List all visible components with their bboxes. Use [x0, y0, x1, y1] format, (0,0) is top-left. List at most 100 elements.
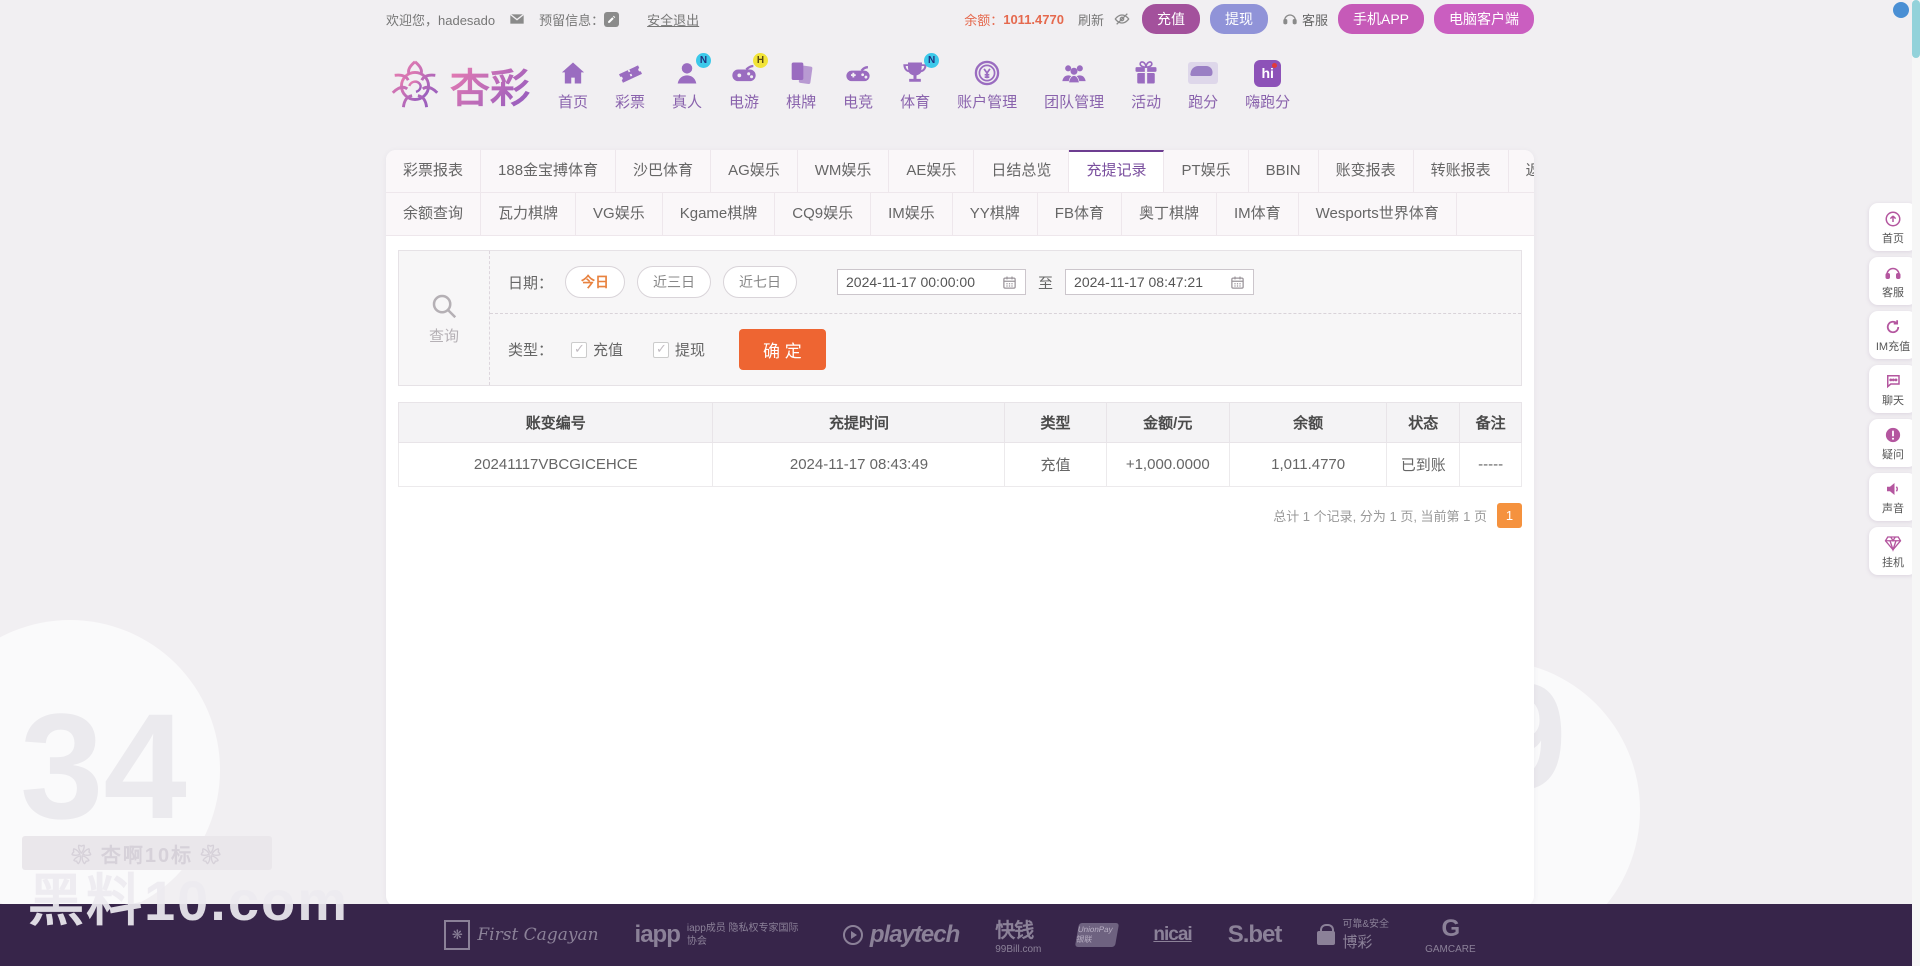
chat-bubble-icon — [1887, 375, 1900, 389]
float-label: 声音 — [1882, 503, 1904, 515]
pagination-summary: 总计 1 个记录, 分为 1 页, 当前第 1 页 — [1273, 509, 1487, 524]
page-1-button[interactable]: 1 — [1497, 503, 1522, 528]
checkbox-icon — [653, 341, 670, 358]
float-chat-button[interactable]: 聊天 — [1869, 365, 1917, 413]
quick-7days-button[interactable]: 近七日 — [723, 266, 798, 298]
type-filter-row: 类型： 充值 提现 确 定 — [490, 313, 1521, 385]
date-from-input[interactable] — [846, 274, 997, 290]
tab-cq9[interactable]: CQ9娱乐 — [775, 193, 872, 235]
tab-pt[interactable]: PT娱乐 — [1164, 150, 1249, 192]
tab-ae[interactable]: AE娱乐 — [889, 150, 975, 192]
nav-item-account[interactable]: 账户管理 — [957, 58, 1017, 112]
nav-item-paofen[interactable]: 跑分 — [1188, 58, 1218, 112]
scrollbar-track[interactable] — [1912, 0, 1920, 966]
float-sound-button[interactable]: 声音 — [1869, 473, 1917, 521]
tab-wesports[interactable]: Wesports世界体育 — [1299, 193, 1457, 235]
tab-deposit-withdraw-records[interactable]: 充提记录 — [1069, 150, 1165, 192]
nav-item-promotions[interactable]: 活动 — [1131, 58, 1161, 112]
tab-im-sports[interactable]: IM体育 — [1217, 193, 1299, 235]
cell-remark: ----- — [1459, 442, 1522, 487]
header-type: 类型 — [1004, 402, 1107, 443]
nav-item-esports[interactable]: 电竞 — [843, 58, 873, 112]
header-change-id: 账变编号 — [397, 402, 714, 443]
service-link[interactable]: 客服 — [1282, 10, 1328, 29]
stamp-icon: ❋ — [444, 920, 471, 950]
tab-daily-summary[interactable]: 日结总览 — [974, 150, 1070, 192]
records-table: 账变编号 充提时间 类型 金额/元 余额 状态 备注 20241117VBCGI… — [397, 402, 1522, 487]
nav-item-home[interactable]: 首页 — [558, 58, 588, 112]
cell-amount: +1,000.0000 — [1105, 442, 1231, 487]
float-idle-button[interactable]: 挂机 — [1869, 527, 1917, 575]
eye-off-icon[interactable] — [1112, 11, 1132, 27]
edit-icon[interactable] — [604, 11, 620, 27]
tab-kgame[interactable]: Kgame棋牌 — [663, 193, 776, 235]
tab-transfer-report[interactable]: 转账报表 — [1414, 150, 1509, 192]
confirm-button[interactable]: 确 定 — [739, 329, 826, 370]
date-to-input[interactable] — [1074, 274, 1225, 290]
tab-188-sports[interactable]: 188金宝搏体育 — [481, 150, 617, 192]
header: 杏彩 首页 彩票 N 真人 H 电游 棋牌 电竞 N 体育 账户管理 团队管理 … — [0, 38, 1920, 132]
footer-logo-nicai: nicai — [1153, 924, 1192, 946]
refresh-link[interactable]: 刷新 — [1078, 10, 1104, 29]
nav-label: 体育 — [900, 94, 931, 111]
nav-item-hi-paofen[interactable]: hi 嗨跑分 — [1245, 58, 1290, 112]
header-amount: 金额/元 — [1105, 402, 1231, 443]
footer-logo-subtext: 99Bill.com — [995, 944, 1042, 955]
withdraw-button[interactable]: 提现 — [1209, 4, 1268, 34]
deposit-button[interactable]: 充值 — [1141, 4, 1200, 34]
floating-sidebar: 首页 客服 IM充值 聊天 疑问 声音 挂机 — [1869, 203, 1917, 575]
team-icon — [1059, 58, 1089, 88]
service-label: 客服 — [1301, 12, 1328, 28]
nav-label: 棋牌 — [786, 94, 817, 111]
footer-logo-unionpay: UnionPay 银联 — [1075, 923, 1120, 947]
site-logo[interactable]: 杏彩 — [386, 56, 530, 114]
quick-3days-button[interactable]: 近三日 — [637, 266, 712, 298]
tab-yy-cards[interactable]: YY棋牌 — [953, 193, 1038, 235]
logout-link[interactable]: 安全退出 — [647, 10, 699, 29]
nav-item-lottery[interactable]: 彩票 — [615, 58, 645, 112]
nav-label: 电竞 — [843, 94, 874, 111]
scrollbar-thumb[interactable] — [1912, 0, 1920, 58]
tab-ag[interactable]: AG娱乐 — [711, 150, 798, 192]
calendar-icon[interactable] — [1230, 275, 1245, 290]
float-im-recharge-button[interactable]: IM充值 — [1869, 311, 1917, 359]
tab-wm[interactable]: WM娱乐 — [798, 150, 890, 192]
tab-row-2: 余额查询 瓦力棋牌 VG娱乐 Kgame棋牌 CQ9娱乐 IM娱乐 YY棋牌 F… — [386, 193, 1534, 236]
float-service-button[interactable]: 客服 — [1869, 257, 1917, 305]
cell-change-id: 20241117VBCGICEHCE — [397, 442, 714, 487]
float-label: 客服 — [1882, 287, 1904, 299]
nav-item-sports[interactable]: N 体育 — [900, 53, 940, 112]
nav-item-cards[interactable]: 棋牌 — [786, 58, 816, 112]
float-home-button[interactable]: 首页 — [1869, 203, 1917, 251]
tab-odin-cards[interactable]: 奥丁棋牌 — [1122, 193, 1217, 235]
nav-item-live[interactable]: N 真人 — [672, 53, 712, 112]
float-question-button[interactable]: 疑问 — [1869, 419, 1917, 467]
footer-logo-text: 博彩 — [1342, 934, 1373, 951]
ticket-icon — [615, 58, 645, 88]
tab-lottery-report[interactable]: 彩票报表 — [386, 150, 482, 192]
tab-wali-cards[interactable]: 瓦力棋牌 — [481, 193, 577, 235]
tab-bbin[interactable]: BBIN — [1249, 150, 1319, 192]
tab-im-entertainment[interactable]: IM娱乐 — [871, 193, 953, 235]
tab-account-change-report[interactable]: 账变报表 — [1319, 150, 1414, 192]
footer-logo-subtext: GAMCARE — [1425, 943, 1476, 955]
tab-rebate-total[interactable]: 返点总额 — [1509, 150, 1534, 192]
tab-fb-sports[interactable]: FB体育 — [1038, 193, 1122, 235]
quick-today-button[interactable]: 今日 — [565, 266, 626, 298]
nav-item-team[interactable]: 团队管理 — [1044, 58, 1104, 112]
mobile-app-button[interactable]: 手机APP — [1337, 4, 1424, 34]
calendar-icon[interactable] — [1002, 275, 1017, 290]
query-panel: 查询 日期： 今日 近三日 近七日 至 类型： — [398, 250, 1522, 386]
tab-vg[interactable]: VG娱乐 — [576, 193, 663, 235]
type-withdraw-checkbox[interactable]: 提现 — [653, 339, 705, 360]
type-deposit-checkbox[interactable]: 充值 — [571, 339, 623, 360]
chat-widget-bubble[interactable] — [1893, 2, 1909, 18]
reserved-info-label: 预留信息： — [539, 12, 605, 28]
tab-balance-query[interactable]: 余额查询 — [386, 193, 482, 235]
envelope-icon[interactable] — [509, 11, 525, 27]
nav-item-egames[interactable]: H 电游 — [729, 53, 769, 112]
tab-saba-sports[interactable]: 沙巴体育 — [616, 150, 712, 192]
footer-logo-secure-betting: 可靠&安全 博彩 — [1317, 918, 1389, 952]
search-icon — [432, 294, 457, 318]
pc-client-button[interactable]: 电脑客户端 — [1434, 4, 1534, 34]
